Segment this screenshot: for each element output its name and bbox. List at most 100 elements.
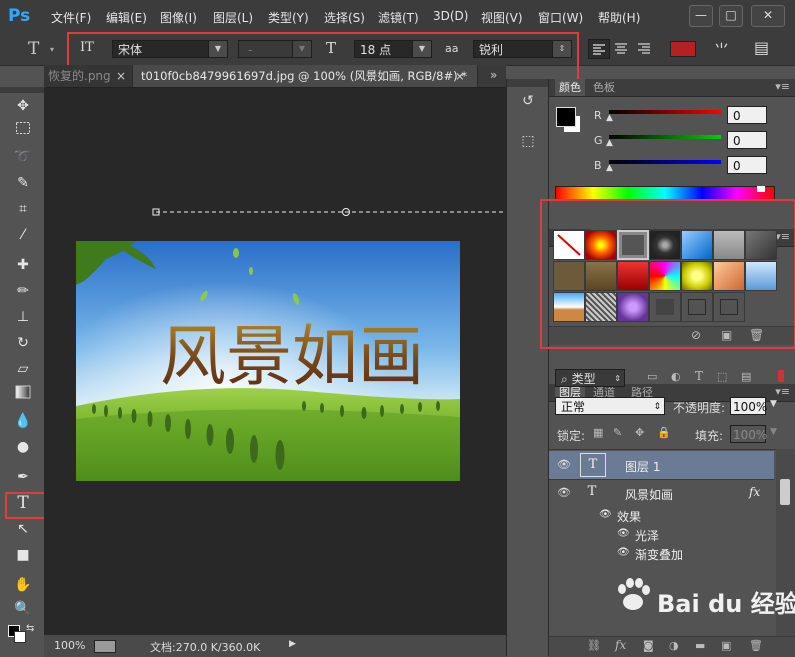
menu-type[interactable]: 类型(Y) (268, 9, 309, 26)
lock-paint-icon[interactable]: ✎ (613, 426, 622, 439)
menu-help[interactable]: 帮助(H) (598, 9, 640, 26)
layer-row[interactable]: 👁 T 风景如画 fx (549, 479, 774, 507)
slider-thumb-icon[interactable]: ▲ (606, 163, 613, 173)
chevron-down-icon[interactable]: ▼ (770, 399, 777, 409)
blur-tool-icon[interactable]: 💧 (12, 411, 34, 431)
layer-row-selected[interactable]: 👁 T 图层 1 (549, 451, 774, 480)
visibility-eye-icon[interactable]: 👁 (617, 528, 630, 539)
lock-transparent-icon[interactable]: ▦ (593, 426, 603, 439)
status-menu-arrow-icon[interactable]: ▶ (289, 639, 296, 649)
warp-text-icon[interactable]: ⺌ (714, 39, 729, 60)
tab-active-document[interactable]: t010f0cb8479961697d.jpg @ 100% (风景如画, RG… (132, 65, 478, 87)
marquee-tool-icon[interactable] (12, 121, 34, 141)
path-select-tool-icon[interactable]: ↖ (12, 519, 34, 539)
history-brush-tool-icon[interactable]: ↻ (12, 333, 34, 353)
pen-tool-icon[interactable]: ✒ (12, 467, 34, 487)
lock-position-icon[interactable]: ✥ (635, 426, 644, 439)
fx-badge[interactable]: fx (749, 485, 760, 499)
move-tool-icon[interactable]: ✥ (12, 96, 34, 116)
blue-value-field[interactable]: 0 (727, 156, 767, 174)
healing-brush-tool-icon[interactable]: ✚ (12, 255, 34, 275)
gradient-tool-icon[interactable] (12, 385, 34, 405)
minimize-button[interactable]: — (689, 5, 713, 27)
panel-menu-icon[interactable]: ▾≡ (775, 80, 790, 93)
green-value-field[interactable]: 0 (727, 131, 767, 149)
tab-recovered[interactable]: 恢复的.png × (44, 65, 132, 87)
filter-pixel-icon[interactable]: ▭ (647, 370, 657, 383)
fill-field[interactable]: 100% (730, 425, 767, 443)
adjustment-icon[interactable]: ◑ (669, 639, 679, 652)
tab-color[interactable]: 颜色 (555, 79, 585, 96)
menu-view[interactable]: 视图(V) (481, 9, 523, 26)
canvas-area[interactable]: 风景如画 (44, 88, 506, 634)
align-center-button[interactable] (611, 39, 631, 57)
crop-tool-icon[interactable]: ⌗ (12, 199, 34, 219)
canvas-text[interactable]: 风景如画 (160, 318, 424, 395)
opacity-field[interactable]: 100% (730, 397, 767, 415)
color-spectrum-bar[interactable] (555, 186, 775, 200)
hand-tool-icon[interactable]: ✋ (12, 575, 34, 595)
visibility-eye-icon[interactable]: 👁 (599, 509, 612, 520)
menu-filter[interactable]: 滤镜(T) (378, 9, 419, 26)
filter-adjustment-icon[interactable]: ◐ (671, 370, 681, 383)
3d-panel-icon[interactable]: ⬚ (517, 133, 539, 153)
visibility-eye-icon[interactable]: 👁 (557, 486, 571, 499)
effect-row[interactable]: 👁 渐变叠加 (549, 545, 774, 563)
zoom-level[interactable]: 100% (54, 639, 85, 652)
shape-tool-icon[interactable]: ■ (12, 545, 34, 565)
blend-mode-select[interactable]: 正常 ⇕ (555, 397, 665, 415)
slider-thumb-icon[interactable]: ▲ (606, 138, 613, 148)
filter-type-icon[interactable]: T (695, 369, 703, 383)
lock-all-icon[interactable]: 🔒 (657, 426, 671, 439)
align-left-button[interactable] (588, 39, 610, 59)
layer-filter-select[interactable]: ⌕ 类型 ⇕ (555, 369, 625, 387)
dodge-tool-icon[interactable]: ● (12, 437, 34, 457)
layer-name[interactable]: 风景如画 (625, 486, 673, 503)
tab-swatches[interactable]: 色板 (589, 79, 619, 96)
stamp-tool-icon[interactable]: ⊥ (12, 307, 34, 327)
tab-overflow-icon[interactable]: » (490, 68, 497, 82)
tool-preset-icon[interactable]: T (28, 39, 39, 59)
filter-shape-icon[interactable]: ⬚ (717, 370, 727, 383)
filter-toggle[interactable] (778, 370, 784, 382)
close-icon[interactable]: × (116, 65, 126, 87)
layer-name[interactable]: 图层 1 (625, 458, 660, 475)
effect-row[interactable]: 👁 光泽 (549, 526, 774, 544)
slider-thumb-icon[interactable]: ▲ (606, 113, 613, 123)
swap-colors-icon[interactable]: ⇆ (26, 623, 34, 634)
red-slider[interactable] (609, 110, 721, 114)
text-color-swatch[interactable] (670, 41, 696, 57)
menu-window[interactable]: 窗口(W) (538, 9, 583, 26)
eyedropper-tool-icon[interactable]: ⁄ (12, 225, 34, 245)
landscape-image[interactable]: 风景如画 (76, 241, 460, 481)
chevron-down-icon[interactable]: ▼ (770, 427, 777, 437)
brush-tool-icon[interactable]: ✏ (12, 281, 34, 301)
background-color-icon[interactable] (14, 631, 26, 643)
eraser-tool-icon[interactable]: ▱ (12, 359, 34, 379)
zoom-tool-icon[interactable]: 🔍 (12, 599, 34, 619)
scrollbar-thumb[interactable] (780, 479, 790, 505)
align-right-button[interactable] (634, 39, 654, 57)
history-panel-icon[interactable]: ↺ (517, 93, 539, 113)
menu-select[interactable]: 选择(S) (324, 9, 365, 26)
quick-select-tool-icon[interactable]: ✎ (12, 173, 34, 193)
group-icon[interactable]: ▬ (695, 639, 705, 652)
visibility-eye-icon[interactable]: 👁 (617, 547, 630, 558)
link-icon[interactable]: ⛓ (587, 639, 601, 652)
filter-smart-icon[interactable]: ▤ (741, 370, 751, 383)
new-layer-icon[interactable]: ▣ (721, 639, 731, 652)
restore-button[interactable]: □ (719, 5, 743, 27)
menu-edit[interactable]: 编辑(E) (106, 9, 147, 26)
proof-icon[interactable] (94, 640, 116, 653)
character-panel-icon[interactable]: ▤ (754, 38, 769, 57)
fx-icon[interactable]: fx (615, 638, 626, 652)
red-value-field[interactable]: 0 (727, 106, 767, 124)
text-bounding-box[interactable] (152, 206, 506, 220)
menu-3d[interactable]: 3D(D) (433, 9, 468, 23)
menu-file[interactable]: 文件(F) (51, 9, 91, 26)
lasso-tool-icon[interactable]: ➰ (12, 147, 34, 167)
trash-icon[interactable]: 🗑 (749, 639, 763, 652)
visibility-eye-icon[interactable]: 👁 (557, 458, 571, 471)
close-button[interactable]: ✕ (751, 5, 785, 27)
menu-image[interactable]: 图像(I) (160, 9, 197, 26)
